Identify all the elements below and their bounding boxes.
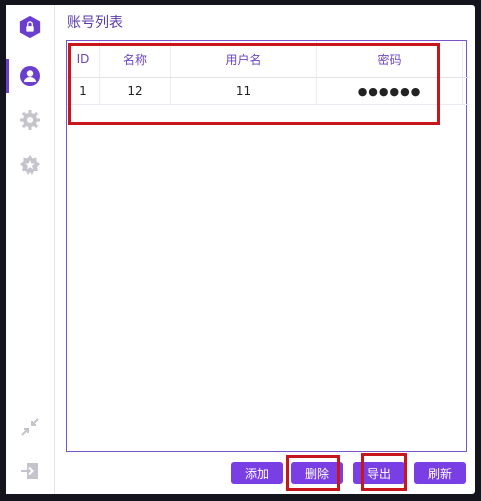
column-header-name[interactable]: 名称: [99, 41, 171, 78]
gear-icon[interactable]: [18, 108, 42, 132]
export-button[interactable]: 导出: [353, 462, 405, 484]
cell-name: 12: [99, 77, 171, 105]
page-title: 账号列表: [67, 15, 123, 31]
delete-button[interactable]: 删除: [291, 462, 343, 484]
main-content: 账号列表 ID 名称 用户名 密码 1 12 11 ●●●●●● 添加 删除 导…: [55, 5, 475, 494]
add-button[interactable]: 添加: [231, 462, 283, 484]
cell-password: ●●●●●●: [316, 77, 463, 105]
shrink-icon[interactable]: [18, 415, 42, 439]
logout-icon[interactable]: [18, 459, 42, 483]
cell-username: 11: [170, 77, 317, 105]
table-header-row: ID 名称 用户名 密码: [67, 41, 470, 78]
desktop-frame: 账号列表 ID 名称 用户名 密码 1 12 11 ●●●●●● 添加 删除 导…: [0, 0, 481, 501]
table-row[interactable]: 1 12 11 ●●●●●●: [67, 77, 470, 105]
user-icon[interactable]: [18, 64, 42, 88]
cell-id: 1: [67, 77, 100, 105]
app-window: 账号列表 ID 名称 用户名 密码 1 12 11 ●●●●●● 添加 删除 导…: [6, 5, 475, 494]
column-header-id[interactable]: ID: [67, 41, 100, 78]
active-indicator: [6, 59, 9, 93]
account-table: ID 名称 用户名 密码 1 12 11 ●●●●●●: [67, 41, 470, 105]
column-header-username[interactable]: 用户名: [170, 41, 317, 78]
lock-hexagon-icon[interactable]: [18, 15, 42, 39]
cell-spacer: [462, 77, 470, 105]
column-header-password[interactable]: 密码: [316, 41, 463, 78]
account-table-panel: ID 名称 用户名 密码 1 12 11 ●●●●●●: [66, 40, 470, 452]
badge-icon[interactable]: [18, 153, 42, 177]
sidebar: [6, 5, 55, 494]
column-header-spacer: [462, 41, 470, 78]
refresh-button[interactable]: 刷新: [414, 462, 466, 484]
